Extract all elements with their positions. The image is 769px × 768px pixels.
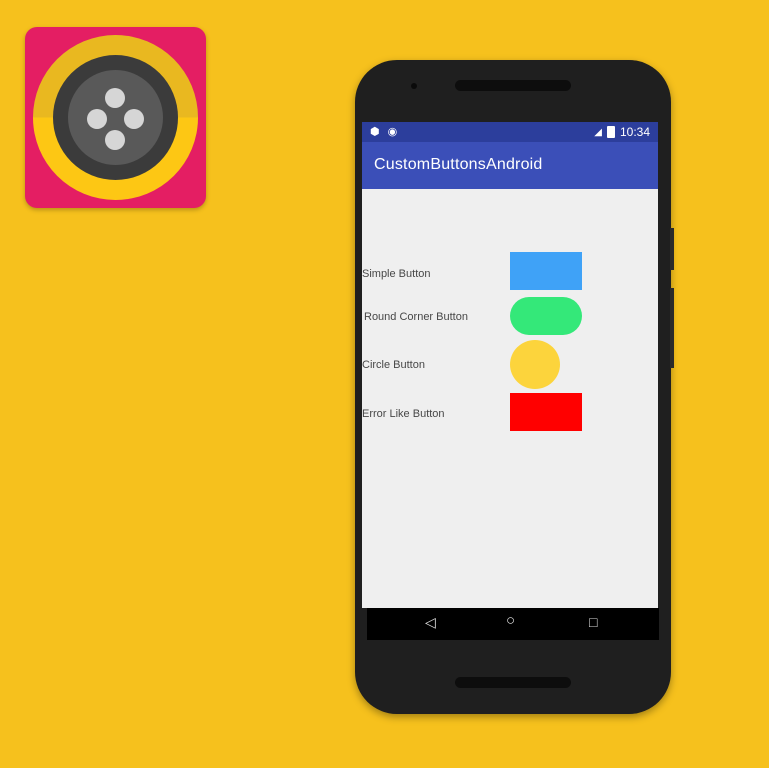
error-like-button[interactable] — [510, 393, 582, 431]
phone-screen: ⬢ ◉ ◢ 10:34 CustomButtonsAndroid Simple … — [362, 122, 658, 608]
recents-icon[interactable]: □ — [589, 614, 597, 630]
round-corner-button-label: Round Corner Button — [364, 311, 468, 323]
battery-icon — [606, 126, 615, 138]
simple-button-label: Simple Button — [362, 268, 431, 280]
front-camera-icon — [411, 83, 417, 89]
chat-icon: ◉ — [387, 126, 398, 138]
circle-button-label: Circle Button — [362, 359, 425, 371]
page-title: CustomButtonsAndroid — [374, 156, 543, 173]
simple-button[interactable] — [510, 252, 582, 290]
notification-icons: ⬢ ◉ — [370, 125, 397, 138]
clock-time: 10:34 — [619, 125, 650, 139]
home-icon[interactable]: ○ — [506, 612, 515, 629]
app-logo-icon — [25, 27, 206, 208]
app-bar: CustomButtonsAndroid — [362, 142, 658, 189]
package-icon: ⬢ — [370, 126, 380, 138]
app-logo-dot — [105, 130, 125, 150]
top-speaker — [455, 80, 571, 91]
power-button — [670, 288, 674, 368]
app-logo-dot — [87, 109, 107, 129]
status-bar: ⬢ ◉ ◢ 10:34 — [362, 122, 658, 142]
circle-button[interactable] — [510, 340, 560, 389]
app-logo-inner-circle — [68, 70, 163, 165]
round-corner-button[interactable] — [510, 297, 582, 335]
error-like-button-label: Error Like Button — [362, 408, 445, 420]
signal-icon: ◢ — [594, 126, 602, 138]
app-logo-dot — [124, 109, 144, 129]
bottom-speaker — [455, 677, 571, 688]
phone-device: ⬢ ◉ ◢ 10:34 CustomButtonsAndroid Simple … — [355, 60, 674, 714]
app-logo-dot — [105, 88, 125, 108]
volume-button — [670, 228, 674, 270]
navigation-bar: ◁ ○ □ — [367, 608, 659, 640]
back-icon[interactable]: ◁ — [425, 614, 436, 631]
